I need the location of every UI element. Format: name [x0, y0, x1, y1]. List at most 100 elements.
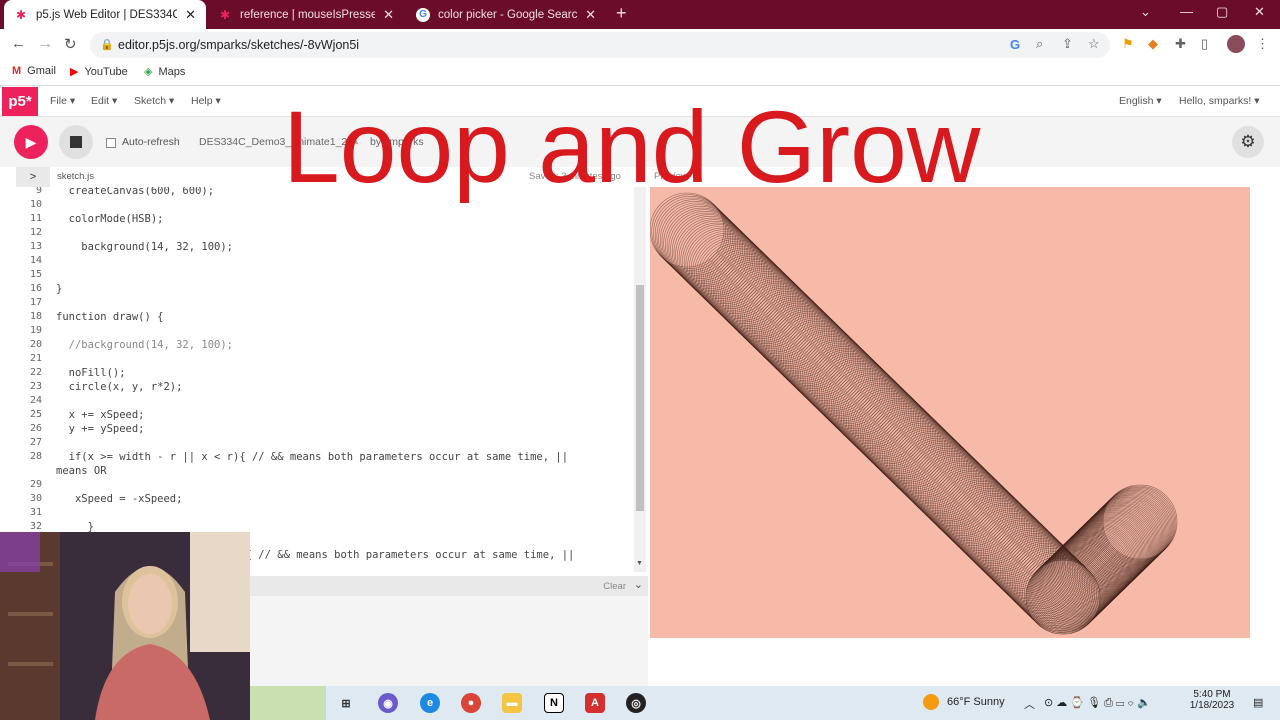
- code-line[interactable]: 25 x += xSpeed;: [16, 409, 616, 423]
- tray-icons[interactable]: ⊙ ☁ ⌚ 🎙 ⎙ ▭ ⌔ 🔈: [1044, 696, 1151, 710]
- line-number: 25: [29, 409, 42, 420]
- notion-icon[interactable]: N: [544, 693, 564, 713]
- menu-file[interactable]: File ▾: [50, 95, 75, 107]
- play-button[interactable]: ▶: [14, 125, 48, 159]
- bookmark-label: Gmail: [27, 65, 56, 77]
- widgets-button[interactable]: [250, 686, 326, 720]
- new-tab-button[interactable]: +: [616, 3, 627, 24]
- reload-icon[interactable]: ↻: [64, 35, 77, 53]
- puzzle-icon[interactable]: ✚: [1175, 36, 1186, 52]
- tray-overflow-icon[interactable]: ︿: [1024, 696, 1035, 712]
- code-line[interactable]: 17: [16, 297, 616, 311]
- code-line[interactable]: 11 colorMode(HSB);: [16, 213, 616, 227]
- language-menu[interactable]: English ▾: [1119, 95, 1162, 107]
- clock[interactable]: 5:40 PM 1/18/2023: [1184, 689, 1240, 711]
- weather-text[interactable]: 66°F Sunny: [947, 696, 1005, 708]
- menu-help[interactable]: Help ▾: [191, 95, 221, 107]
- forward-icon[interactable]: →: [38, 35, 53, 52]
- obs-icon[interactable]: ◎: [626, 693, 646, 713]
- sidepanel-icon[interactable]: ▯: [1201, 36, 1208, 52]
- code-line[interactable]: 12: [16, 227, 616, 241]
- code-line[interactable]: 28 if(x >= width - r || x < r){ // && me…: [16, 451, 616, 465]
- code-line[interactable]: 15: [16, 269, 616, 283]
- stop-icon: [70, 136, 82, 148]
- code-line[interactable]: 30 xSpeed = -xSpeed;: [16, 493, 616, 507]
- bookmark-youtube[interactable]: ▶ YouTube: [70, 65, 128, 79]
- console-output: [250, 596, 648, 686]
- bookmark-maps[interactable]: ◈ Maps: [144, 65, 185, 79]
- p5-logo[interactable]: p5*: [2, 87, 38, 116]
- line-number: 10: [29, 199, 42, 210]
- acrobat-icon[interactable]: A: [585, 693, 605, 713]
- metamask-icon[interactable]: ◆: [1148, 36, 1158, 52]
- notification-icon[interactable]: ▤: [1253, 696, 1263, 709]
- line-number: 15: [29, 269, 42, 280]
- code-text: function draw() {: [56, 311, 164, 323]
- close-window-icon[interactable]: ✕: [1254, 4, 1265, 20]
- settings-button[interactable]: ⚙: [1232, 126, 1264, 158]
- star-icon[interactable]: ☆: [1088, 36, 1100, 52]
- discord-icon[interactable]: ◉: [378, 693, 398, 713]
- code-line[interactable]: 19: [16, 325, 616, 339]
- code-line[interactable]: 22 noFill();: [16, 367, 616, 381]
- tab-google-search[interactable]: G color picker - Google Search ✕: [406, 0, 606, 29]
- close-icon[interactable]: ✕: [585, 7, 596, 23]
- edge-icon[interactable]: e: [420, 693, 440, 713]
- auto-refresh-checkbox[interactable]: [106, 138, 116, 148]
- chevron-down-icon[interactable]: ⌄: [634, 578, 643, 591]
- menu-sketch[interactable]: Sketch ▾: [134, 95, 174, 107]
- code-line[interactable]: 27: [16, 437, 616, 451]
- line-number: 30: [29, 493, 42, 504]
- bookmark-gmail[interactable]: M Gmail: [12, 65, 56, 77]
- close-icon[interactable]: ✕: [383, 7, 394, 23]
- address-bar[interactable]: 🔒 editor.p5js.org/smparks/sketches/-8vWj…: [90, 32, 1110, 58]
- code-line[interactable]: 18 function draw() {: [16, 311, 616, 325]
- lock-icon[interactable]: 🔒: [100, 38, 114, 51]
- tab-search-icon[interactable]: ⌄: [1140, 4, 1151, 20]
- code-line[interactable]: 23 circle(x, y, r*2);: [16, 381, 616, 395]
- code-line[interactable]: 29: [16, 479, 616, 493]
- code-line[interactable]: 24: [16, 395, 616, 409]
- sidebar-toggle-button[interactable]: >: [16, 167, 50, 187]
- console-clear-button[interactable]: Clear: [603, 581, 626, 592]
- code-line[interactable]: 31: [16, 507, 616, 521]
- extension-icon[interactable]: ⚑: [1122, 36, 1134, 52]
- close-icon[interactable]: ✕: [185, 7, 196, 23]
- back-icon[interactable]: ←: [11, 35, 26, 52]
- share-icon[interactable]: ⇪: [1062, 36, 1073, 52]
- sketch-preview-canvas[interactable]: [650, 187, 1250, 638]
- line-number: 12: [29, 227, 42, 238]
- tab-p5-editor[interactable]: ✱ p5.js Web Editor | DES334C_Dem ✕: [4, 0, 206, 29]
- code-line[interactable]: 13 background(14, 32, 100);: [16, 241, 616, 255]
- menu-edit[interactable]: Edit ▾: [91, 95, 117, 107]
- file-tab[interactable]: sketch.js: [57, 171, 94, 182]
- task-view-icon[interactable]: ⊞: [336, 693, 356, 713]
- chrome-icon[interactable]: ●: [461, 693, 481, 713]
- code-line[interactable]: 16}: [16, 283, 616, 297]
- code-line[interactable]: 14: [16, 255, 616, 269]
- google-icon[interactable]: G: [1010, 37, 1020, 52]
- code-line[interactable]: 26 y += ySpeed;: [16, 423, 616, 437]
- user-menu[interactable]: Hello, smparks! ▾: [1179, 95, 1260, 107]
- chevron-right-icon: >: [29, 171, 37, 183]
- stop-button[interactable]: [59, 125, 93, 159]
- line-number: 26: [29, 423, 42, 434]
- minimize-icon[interactable]: —: [1180, 4, 1193, 19]
- code-line[interactable]: 21: [16, 353, 616, 367]
- tab-reference[interactable]: ✱ reference | mouseIsPressed ✕: [208, 0, 404, 29]
- scroll-down-icon[interactable]: ▼: [636, 560, 643, 567]
- zoom-icon[interactable]: ⌕: [1036, 36, 1043, 52]
- code-text: if(x >= width - r || x < r){ // && means…: [56, 451, 569, 463]
- maximize-icon[interactable]: ▢: [1216, 4, 1228, 20]
- code-line[interactable]: 20 //background(14, 32, 100);: [16, 339, 616, 353]
- file-explorer-icon[interactable]: ▬: [502, 693, 522, 713]
- kebab-menu-icon[interactable]: ⋮: [1256, 36, 1269, 52]
- code-editor[interactable]: 9 createCanvas(600, 600); 10 11 colorMode(…: [16, 187, 648, 572]
- line-number: 31: [29, 507, 42, 518]
- code-text: xSpeed = -xSpeed;: [56, 493, 183, 505]
- editor-scrollbar-thumb[interactable]: [636, 285, 644, 511]
- bookmarks-bar: M Gmail ▶ YouTube ◈ Maps: [0, 60, 1280, 86]
- line-number: 29: [29, 479, 42, 490]
- profile-avatar[interactable]: [1227, 35, 1245, 53]
- code-line[interactable]: means OR: [16, 465, 616, 479]
